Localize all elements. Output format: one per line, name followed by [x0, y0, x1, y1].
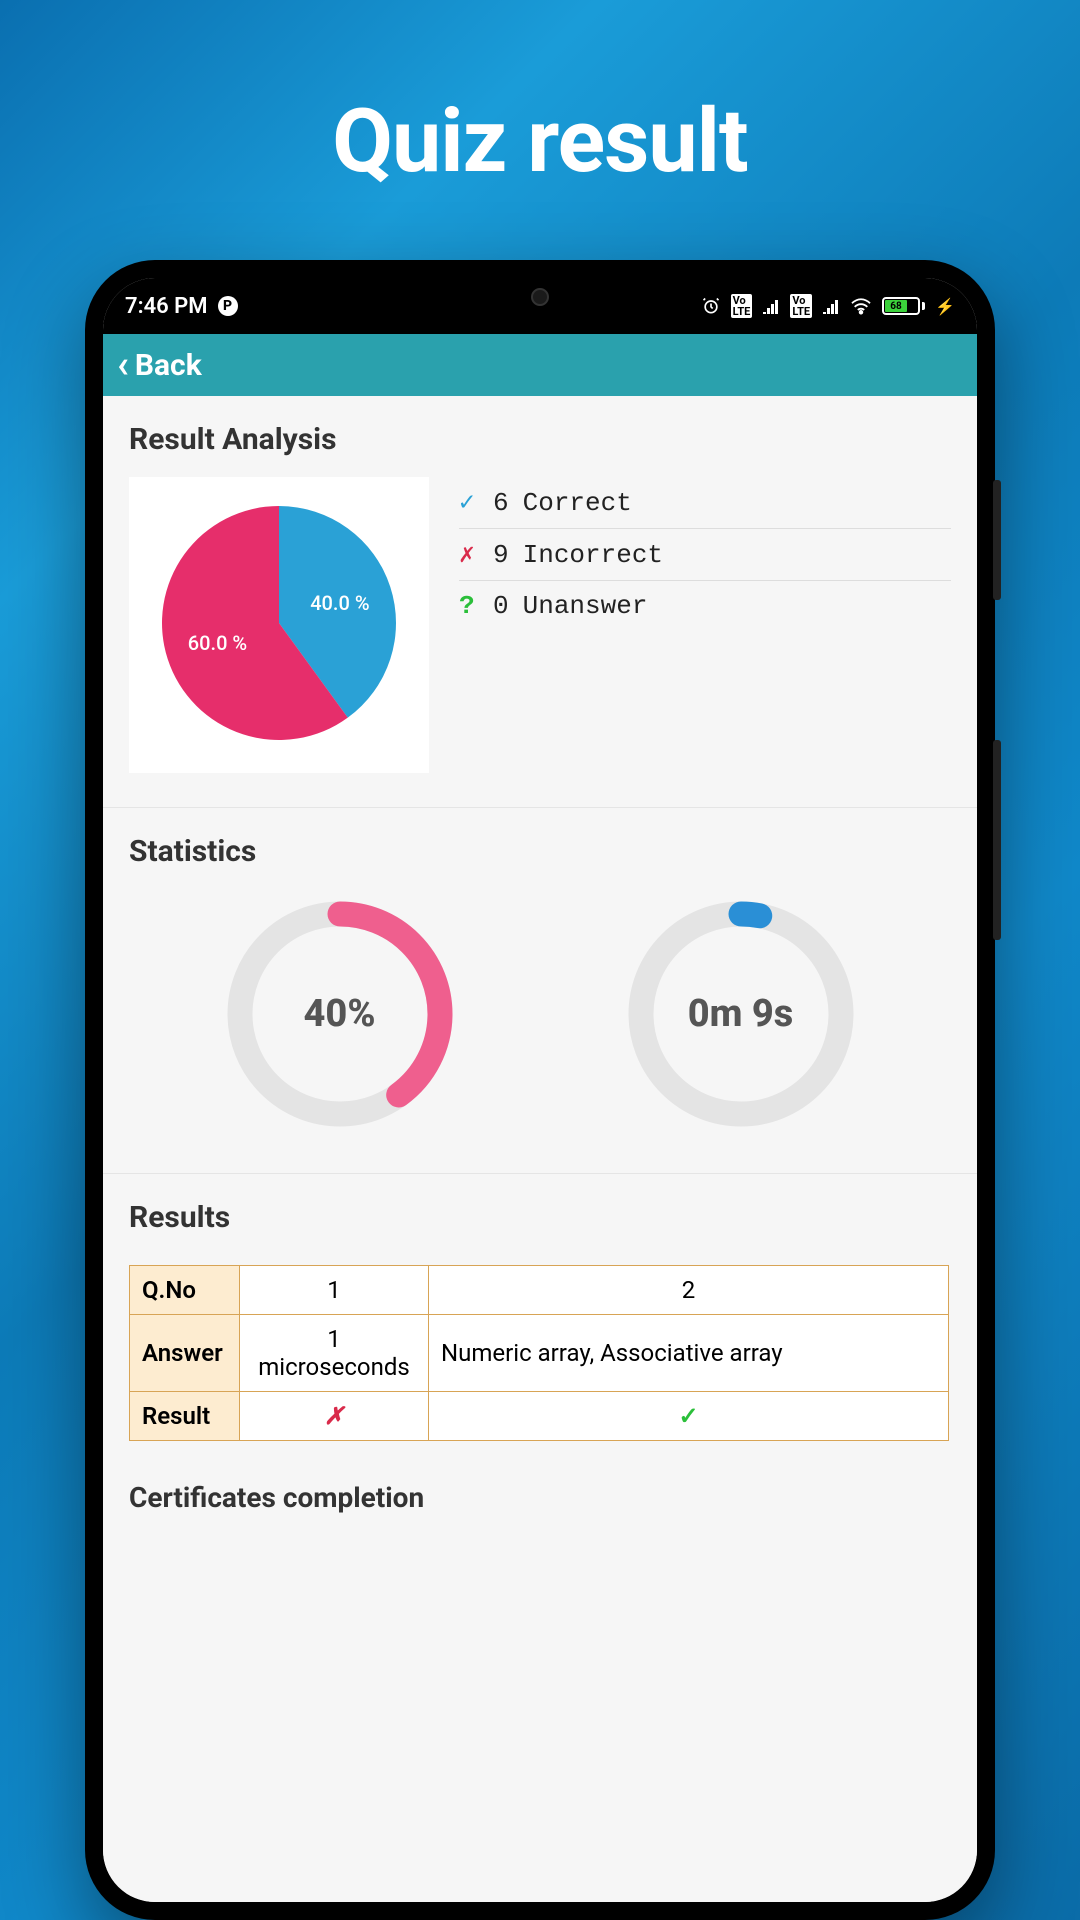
- question-icon: ?: [459, 591, 479, 621]
- legend-item-incorrect: ✗ 9 Incorrect: [459, 529, 951, 581]
- legend-label: Incorrect: [523, 540, 663, 570]
- result-pie-chart: 40.0 % 60.0 %: [149, 493, 409, 753]
- volte-icon: VoLTE: [790, 294, 812, 318]
- table-cell: Numeric array, Associative array: [429, 1315, 949, 1392]
- pie-slice-label: 40.0 %: [310, 591, 369, 615]
- status-time: 7:46 PM: [125, 294, 208, 319]
- legend-count: 0: [493, 591, 509, 621]
- pie-card: 40.0 % 60.0 %: [129, 477, 429, 773]
- results-table: Q.No 1 2 Answer 1 microseconds Numeric a…: [129, 1265, 949, 1441]
- time-gauge: 0m 9s: [616, 889, 866, 1139]
- legend-item-unanswer: ? 0 Unanswer: [459, 581, 951, 631]
- section-title-certificates: Certificates completion: [103, 1441, 977, 1514]
- table-cell: 1: [240, 1266, 429, 1315]
- score-value: 40%: [304, 992, 376, 1036]
- legend-label: Unanswer: [523, 591, 648, 621]
- check-icon: ✓: [678, 1402, 698, 1430]
- phone-frame: 7:46 PM P VoLTE VoLTE: [85, 260, 995, 1920]
- score-gauge: 40%: [215, 889, 465, 1139]
- content-scroll[interactable]: Result Analysis 40.0 % 60.0 % ✓: [103, 396, 977, 1902]
- table-cell: ✓: [429, 1392, 949, 1441]
- section-title-statistics: Statistics: [129, 834, 951, 869]
- phone-side-button: [993, 740, 1001, 940]
- pie-slice-label: 60.0 %: [188, 631, 247, 655]
- phone-side-button: [993, 480, 1001, 600]
- check-icon: ✓: [459, 487, 479, 518]
- table-header-cell: Result: [130, 1392, 240, 1441]
- table-row: Answer 1 microseconds Numeric array, Ass…: [130, 1315, 949, 1392]
- legend-item-correct: ✓ 6 Correct: [459, 477, 951, 529]
- cross-icon: ✗: [324, 1402, 344, 1430]
- signal-icon: [822, 298, 840, 314]
- table-row: Q.No 1 2: [130, 1266, 949, 1315]
- back-button[interactable]: Back: [135, 348, 202, 383]
- charging-icon: ⚡: [935, 297, 955, 316]
- table-header-cell: Q.No: [130, 1266, 240, 1315]
- pie-legend: ✓ 6 Correct ✗ 9 Incorrect ?: [459, 477, 951, 631]
- table-cell: 1 microseconds: [240, 1315, 429, 1392]
- legend-label: Correct: [523, 488, 632, 518]
- table-row: Result ✗ ✓: [130, 1392, 949, 1441]
- section-title-analysis: Result Analysis: [129, 422, 951, 457]
- legend-count: 6: [493, 488, 509, 518]
- section-title-results: Results: [129, 1200, 951, 1235]
- table-cell: ✗: [240, 1392, 429, 1441]
- cross-icon: ✗: [459, 539, 479, 570]
- table-header-cell: Answer: [130, 1315, 240, 1392]
- table-cell: 2: [429, 1266, 949, 1315]
- time-value: 0m 9s: [688, 992, 794, 1036]
- p-indicator-icon: P: [218, 296, 238, 316]
- app-bar: ‹ Back: [103, 334, 977, 396]
- promo-title: Quiz result: [0, 0, 1080, 193]
- back-chevron-icon[interactable]: ‹: [117, 346, 129, 384]
- volte-icon: VoLTE: [731, 294, 753, 318]
- alarm-icon: [701, 296, 721, 316]
- signal-icon: [762, 298, 780, 314]
- legend-count: 9: [493, 540, 509, 570]
- battery-percent: 68: [890, 301, 901, 312]
- wifi-icon: [850, 297, 872, 315]
- battery-icon: 68: [882, 297, 925, 315]
- phone-notch: [400, 278, 680, 314]
